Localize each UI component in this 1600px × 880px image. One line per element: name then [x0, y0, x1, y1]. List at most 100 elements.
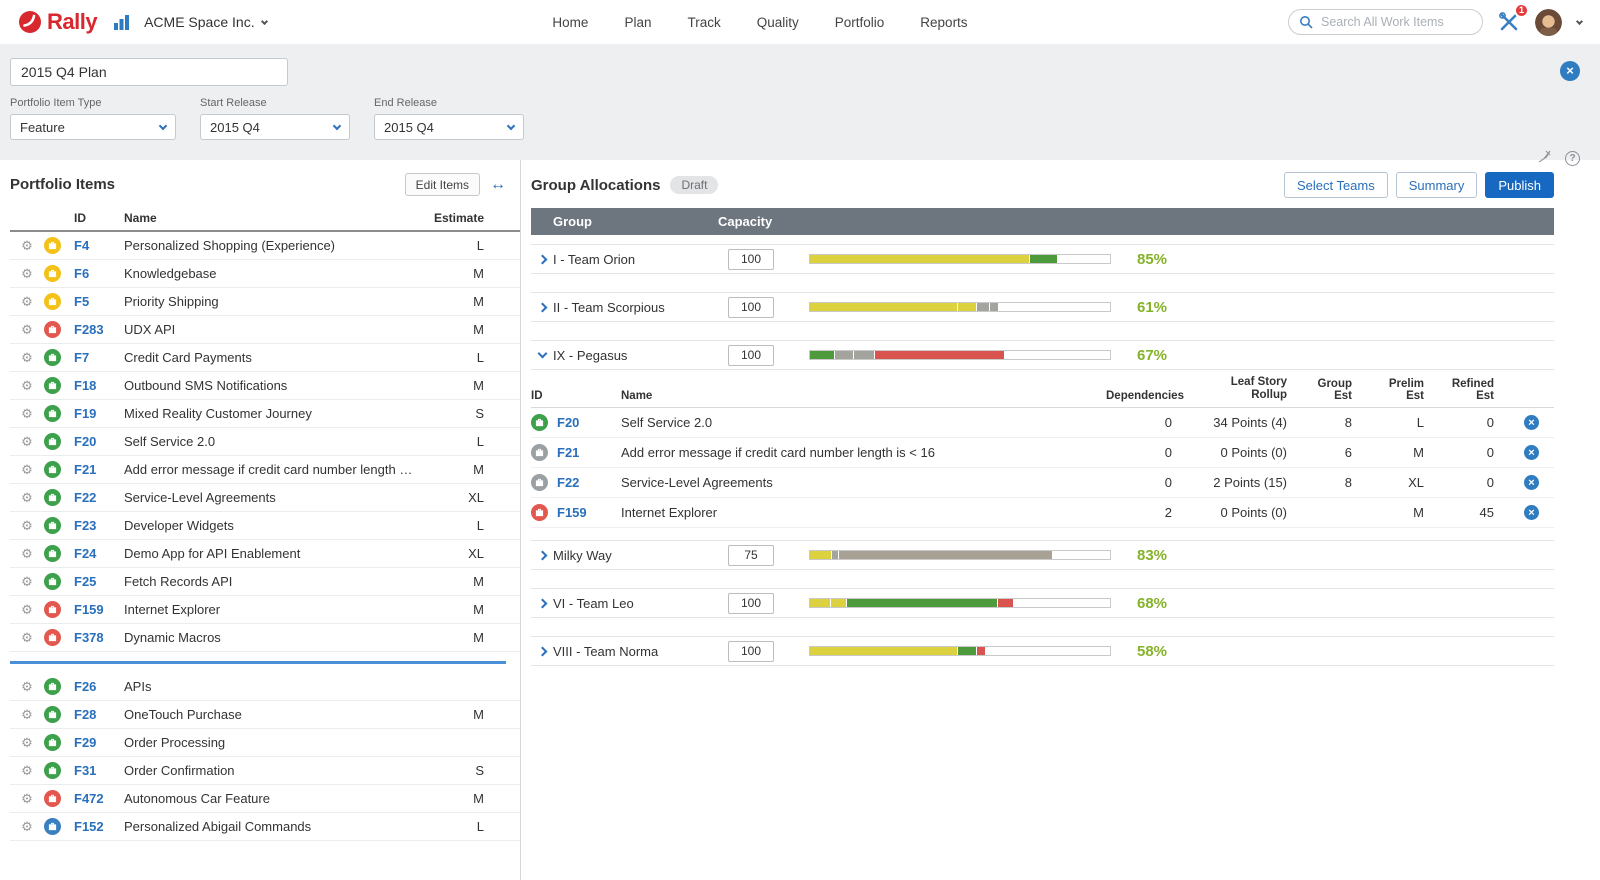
workspace-picker-icon[interactable] [113, 14, 130, 31]
item-id-link[interactable]: F24 [74, 546, 124, 561]
gear-icon[interactable]: ⚙ [10, 602, 44, 618]
portfolio-item-row: ⚙F378Dynamic MacrosM [10, 624, 520, 652]
resize-panel-icon[interactable]: ↔ [490, 176, 506, 194]
group-toggle-chevron[interactable] [531, 648, 553, 655]
select-teams-button[interactable]: Select Teams [1284, 172, 1388, 198]
gear-icon[interactable]: ⚙ [10, 518, 44, 534]
item-id-link[interactable]: F28 [74, 707, 124, 722]
group-toggle-chevron[interactable] [531, 304, 553, 311]
group-row: IX - Pegasus67% [531, 340, 1554, 370]
item-dependencies: 2 [1106, 505, 1196, 520]
gear-icon[interactable]: ⚙ [10, 763, 44, 779]
item-id-link[interactable]: F6 [74, 266, 124, 281]
avatar[interactable] [1535, 9, 1562, 36]
remove-item-icon[interactable]: × [1524, 415, 1539, 430]
gear-icon[interactable]: ⚙ [10, 819, 44, 835]
allocation-bar [809, 598, 1111, 608]
gear-icon[interactable]: ⚙ [10, 735, 44, 751]
publish-button[interactable]: Publish [1485, 172, 1554, 198]
capacity-input[interactable] [728, 593, 774, 614]
nav-item-portfolio[interactable]: Portfolio [835, 15, 885, 30]
nav-item-track[interactable]: Track [687, 15, 720, 30]
gear-icon[interactable]: ⚙ [10, 462, 44, 478]
item-id-link[interactable]: F23 [74, 518, 124, 533]
field-select-portfolio-item-type[interactable]: Feature [10, 114, 176, 140]
gear-icon[interactable]: ⚙ [10, 791, 44, 807]
item-id-link[interactable]: F5 [74, 294, 124, 309]
gear-icon[interactable]: ⚙ [10, 266, 44, 282]
search-box[interactable] [1288, 9, 1483, 35]
help-icon[interactable]: ? [1565, 151, 1580, 166]
item-id-link[interactable]: F7 [74, 350, 124, 365]
capacity-input[interactable] [728, 641, 774, 662]
item-id-link[interactable]: F31 [74, 763, 124, 778]
nav-item-home[interactable]: Home [552, 15, 588, 30]
item-id-link[interactable]: F29 [74, 735, 124, 750]
item-estimate: M [414, 294, 484, 309]
col-leaf-story-rollup: Leaf Story Rollup [1196, 376, 1311, 402]
group-toggle-chevron[interactable] [531, 256, 553, 263]
capacity-input[interactable] [728, 545, 774, 566]
search-input[interactable] [1319, 14, 1469, 30]
item-id-link[interactable]: F283 [74, 322, 124, 337]
item-id-link[interactable]: F378 [74, 630, 124, 645]
item-id-link[interactable]: F159 [557, 505, 621, 520]
group-toggle-chevron[interactable] [531, 552, 553, 559]
item-id-link[interactable]: F22 [557, 475, 621, 490]
gear-icon[interactable]: ⚙ [10, 406, 44, 422]
capacity-input[interactable] [728, 345, 774, 366]
user-menu-chevron[interactable] [1576, 17, 1583, 24]
close-plan-button[interactable]: × [1560, 61, 1580, 81]
tools-icon[interactable]: 1 [1498, 11, 1520, 33]
plan-name-input[interactable] [10, 58, 288, 86]
capacity-input[interactable] [728, 249, 774, 270]
group-toggle-chevron[interactable] [531, 353, 553, 357]
item-id-link[interactable]: F472 [74, 791, 124, 806]
allocation-detail-row: F21Add error message if credit card numb… [531, 438, 1554, 468]
nav-item-reports[interactable]: Reports [920, 15, 967, 30]
gear-icon[interactable]: ⚙ [10, 378, 44, 394]
item-id-link[interactable]: F21 [557, 445, 621, 460]
gear-icon[interactable]: ⚙ [10, 434, 44, 450]
field-select-start-release[interactable]: 2015 Q4 [200, 114, 350, 140]
gear-icon[interactable]: ⚙ [10, 294, 44, 310]
rally-logo[interactable]: Rally [18, 9, 97, 35]
item-id-link[interactable]: F4 [74, 238, 124, 253]
nav-item-plan[interactable]: Plan [624, 15, 651, 30]
item-name: Add error message if credit card number … [621, 445, 1106, 460]
notification-badge[interactable]: 1 [1514, 3, 1529, 18]
item-id-link[interactable]: F152 [74, 819, 124, 834]
item-id-link[interactable]: F20 [74, 434, 124, 449]
gear-icon[interactable]: ⚙ [10, 546, 44, 562]
portfolio-item-row: ⚙F283UDX APIM [10, 316, 520, 344]
gear-icon[interactable]: ⚙ [10, 322, 44, 338]
gear-icon[interactable]: ⚙ [10, 679, 44, 695]
remove-item-icon[interactable]: × [1524, 445, 1539, 460]
gear-icon[interactable]: ⚙ [10, 574, 44, 590]
item-id-link[interactable]: F22 [74, 490, 124, 505]
org-switcher[interactable]: ACME Space Inc. [144, 14, 267, 30]
field-select-end-release[interactable]: 2015 Q4 [374, 114, 524, 140]
gear-icon[interactable]: ⚙ [10, 707, 44, 723]
item-id-link[interactable]: F26 [74, 679, 124, 694]
capacity-input[interactable] [728, 297, 774, 318]
gear-icon[interactable]: ⚙ [10, 490, 44, 506]
remove-item-icon[interactable]: × [1524, 475, 1539, 490]
remove-item-icon[interactable]: × [1524, 505, 1539, 520]
portfolio-item-type-icon [531, 444, 548, 461]
item-id-link[interactable]: F21 [74, 462, 124, 477]
gear-icon[interactable]: ⚙ [10, 350, 44, 366]
item-id-link[interactable]: F19 [74, 406, 124, 421]
item-id-link[interactable]: F159 [74, 602, 124, 617]
item-id-link[interactable]: F20 [557, 415, 621, 430]
edit-items-button[interactable]: Edit Items [405, 173, 480, 196]
summary-button[interactable]: Summary [1396, 172, 1478, 198]
nav-item-quality[interactable]: Quality [757, 15, 799, 30]
pin-icon[interactable] [1538, 150, 1551, 166]
group-toggle-chevron[interactable] [531, 600, 553, 607]
nav-right: 1 [1288, 9, 1582, 36]
gear-icon[interactable]: ⚙ [10, 238, 44, 254]
item-id-link[interactable]: F25 [74, 574, 124, 589]
gear-icon[interactable]: ⚙ [10, 630, 44, 646]
item-id-link[interactable]: F18 [74, 378, 124, 393]
